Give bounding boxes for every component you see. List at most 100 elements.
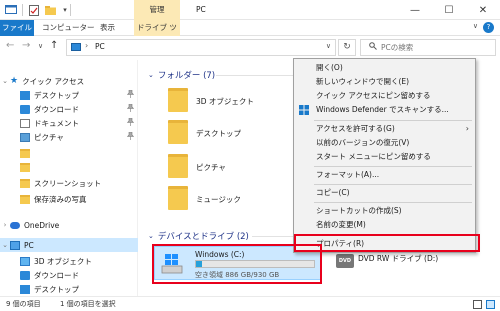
sidebar-item-pictures[interactable]: ピクチャ <box>0 130 138 144</box>
sidebar-item-label: 保存済みの写真 <box>34 194 87 204</box>
menu-separator <box>314 202 472 203</box>
tiles-view-icon[interactable] <box>486 300 495 309</box>
folder-icon <box>168 186 188 210</box>
breadcrumb-separator[interactable]: › <box>85 41 88 50</box>
sidebar-item-folder[interactable] <box>0 160 138 174</box>
search-icon <box>369 42 377 52</box>
desktop-icon <box>20 284 30 294</box>
menu-item-give-access[interactable]: アクセスを許可する(G) › <box>294 122 475 136</box>
chevron-down-icon[interactable]: ⌄ <box>0 77 10 85</box>
address-row: ← → ∨ ↑ › PC ∨ ↻ <box>0 36 500 58</box>
menu-separator <box>314 184 472 185</box>
chevron-down-icon[interactable]: ⌄ <box>148 232 154 240</box>
menu-item-defender-scan[interactable]: Windows Defender でスキャンする... <box>294 103 475 117</box>
menu-item-create-shortcut[interactable]: ショートカットの作成(S) <box>294 204 475 218</box>
menu-item-open-new-window[interactable]: 新しいウィンドウで開く(E) <box>294 75 475 89</box>
recent-locations-icon[interactable]: ∨ <box>38 42 43 50</box>
search-box[interactable] <box>360 39 496 56</box>
sidebar-item-documents[interactable]: ドキュメント <box>0 116 138 130</box>
ribbon-expand-icon[interactable]: ∨ <box>473 22 478 30</box>
refresh-button[interactable]: ↻ <box>338 39 356 56</box>
back-icon[interactable]: ← <box>6 40 14 51</box>
document-icon <box>20 118 30 128</box>
sidebar-item-saved-pictures[interactable]: 保存済みの写真 <box>0 192 138 206</box>
context-menu: 開く(O) 新しいウィンドウで開く(E) クイック アクセスにピン留めする Wi… <box>293 58 476 253</box>
navigation-pane: ⌄ ★ クイック アクセス デスクトップ ダウンロード ドキュメント ピクチャ <box>0 60 138 296</box>
sidebar-item-screenshots[interactable]: スクリーンショット <box>0 176 138 190</box>
search-input[interactable] <box>381 41 491 54</box>
menu-item-open[interactable]: 開く(O) <box>294 61 475 75</box>
tab-file[interactable]: ファイル <box>0 20 34 36</box>
folder-icon <box>20 148 30 158</box>
pin-icon[interactable] <box>126 89 135 100</box>
submenu-arrow-icon: › <box>465 124 469 133</box>
properties-quick-icon[interactable] <box>28 3 40 17</box>
sidebar-item-folder[interactable] <box>0 146 138 160</box>
sidebar-item-label: PC <box>24 240 34 250</box>
address-dropdown-icon[interactable]: ∨ <box>326 42 331 50</box>
sidebar-item-downloads[interactable]: ダウンロード <box>0 102 138 116</box>
sidebar-item-label: ドキュメント <box>34 118 79 128</box>
help-icon[interactable]: ? <box>483 22 494 33</box>
sidebar-item-label: クイック アクセス <box>22 76 85 86</box>
sidebar-item-label: ダウンロード <box>34 270 79 280</box>
forward-icon[interactable]: → <box>22 40 30 51</box>
item-count: 9 個の項目 <box>6 300 41 308</box>
folder-icon <box>168 120 188 144</box>
pin-icon[interactable] <box>126 117 135 128</box>
close-button[interactable]: ✕ <box>466 0 500 20</box>
menu-separator <box>314 120 472 121</box>
menu-item-rename[interactable]: 名前の変更(M) <box>294 218 475 232</box>
folder-icon <box>20 194 30 204</box>
folder-item[interactable]: 3D オブジェクト <box>168 88 308 116</box>
folder-item[interactable]: ミュージック <box>168 186 308 214</box>
pictures-icon <box>20 132 30 142</box>
details-view-icon[interactable] <box>473 300 482 309</box>
pin-icon[interactable] <box>126 131 135 142</box>
pin-icon[interactable] <box>126 103 135 114</box>
menu-item-properties[interactable]: プロパティ(R) <box>294 237 475 251</box>
sidebar-item-3d-objects[interactable]: 3D オブジェクト <box>0 254 138 268</box>
dvd-drive-icon[interactable]: DVD <box>336 254 354 268</box>
menu-item-format[interactable]: フォーマット(A)... <box>294 168 475 182</box>
menu-item-restore-versions[interactable]: 以前のバージョンの復元(V) <box>294 136 475 150</box>
tab-drive-tools[interactable]: ドライブ ツール <box>134 20 180 48</box>
sidebar-item-pc[interactable]: ⌄ PC <box>0 238 138 252</box>
maximize-button[interactable]: ☐ <box>432 0 466 20</box>
menu-item-pin-quick-access[interactable]: クイック アクセスにピン留めする <box>294 89 475 103</box>
folder-name: ピクチャ <box>196 163 226 172</box>
minimize-button[interactable]: — <box>398 0 432 20</box>
sidebar-item-desktop[interactable]: デスクトップ <box>0 88 138 102</box>
shield-icon <box>299 105 309 115</box>
folders-group-header[interactable]: ⌄ フォルダー (7) <box>148 69 215 81</box>
status-bar: 9 個の項目 1 個の項目を選択 <box>0 296 500 311</box>
pc-icon <box>71 43 81 51</box>
sidebar-item-quick-access[interactable]: ⌄ ★ クイック アクセス <box>0 74 138 88</box>
new-folder-quick-icon[interactable] <box>44 3 56 17</box>
window-title: PC <box>196 5 206 14</box>
chevron-right-icon[interactable]: › <box>0 221 10 229</box>
address-bar[interactable]: › PC ∨ <box>66 39 336 56</box>
dvd-drive-name[interactable]: DVD RW ドライブ (D:) <box>358 253 438 264</box>
devices-group-header[interactable]: ⌄ デバイスとドライブ (2) <box>148 230 249 242</box>
chevron-down-icon[interactable]: ⌄ <box>148 71 154 79</box>
toolbar-divider <box>22 4 23 16</box>
customize-quick-access-icon[interactable]: ▾ <box>60 3 70 17</box>
up-icon[interactable]: ↑ <box>50 40 58 51</box>
tab-view[interactable]: 表示 <box>100 20 115 36</box>
download-icon <box>20 270 30 280</box>
drive-usage-fill <box>196 261 202 267</box>
menu-item-copy[interactable]: コピー(C) <box>294 186 475 200</box>
menu-item-pin-start[interactable]: スタート メニューにピン留めする <box>294 150 475 164</box>
group-title: デバイスとドライブ (2) <box>157 232 249 242</box>
sidebar-item-onedrive[interactable]: › OneDrive <box>0 218 138 232</box>
folder-item[interactable]: デスクトップ <box>168 120 308 148</box>
breadcrumb-pc[interactable]: PC <box>95 42 105 51</box>
sidebar-item-pc-downloads[interactable]: ダウンロード <box>0 268 138 282</box>
tab-computer[interactable]: コンピューター <box>42 20 95 36</box>
sidebar-item-label: スクリーンショット <box>34 178 102 188</box>
tab-manage[interactable]: 管理 <box>134 0 180 20</box>
chevron-down-icon[interactable]: ⌄ <box>0 241 10 249</box>
folder-item[interactable]: ピクチャ <box>168 154 308 182</box>
sidebar-item-pc-desktop[interactable]: デスクトップ <box>0 282 138 296</box>
